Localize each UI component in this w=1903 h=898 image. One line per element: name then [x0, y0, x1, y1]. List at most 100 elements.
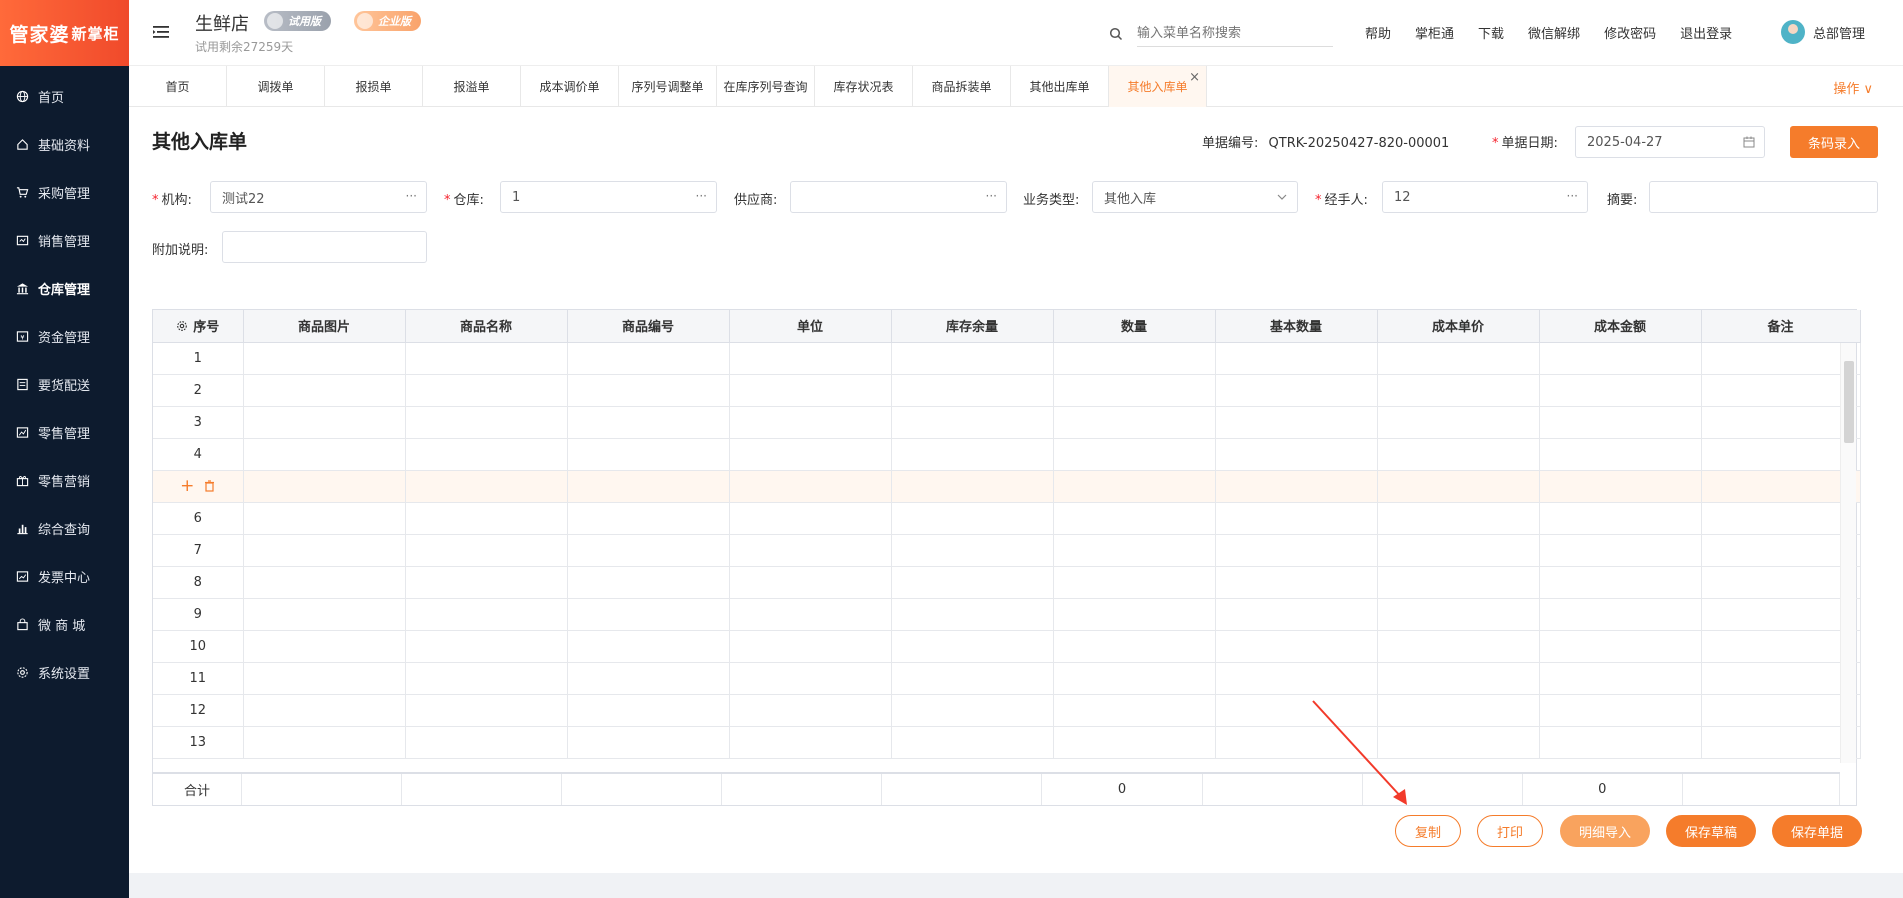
tab[interactable]: 首页	[129, 66, 227, 107]
table-cell[interactable]	[1539, 566, 1702, 599]
table-cell[interactable]	[1377, 534, 1540, 567]
table-cell[interactable]	[1215, 342, 1378, 375]
tab[interactable]: 商品拆装单	[913, 66, 1011, 107]
sidebar-item[interactable]: 销售管理	[0, 216, 129, 264]
table-cell[interactable]	[1053, 502, 1216, 535]
table-cell[interactable]	[729, 598, 892, 631]
more-icon[interactable]: ···	[1567, 189, 1578, 203]
table-cell[interactable]	[567, 694, 730, 727]
tab[interactable]: 报损单	[325, 66, 423, 107]
table-cell[interactable]	[1539, 694, 1702, 727]
table-row[interactable]: 3	[153, 406, 1861, 439]
table-cell[interactable]	[891, 694, 1054, 727]
more-icon[interactable]: ···	[406, 189, 417, 203]
org-field[interactable]: 测试22 ···	[210, 181, 427, 213]
print-button[interactable]: 打印	[1477, 815, 1543, 847]
table-cell[interactable]	[243, 662, 406, 695]
header-link[interactable]: 下载	[1478, 23, 1504, 42]
table-cell[interactable]	[1377, 470, 1540, 503]
table-cell[interactable]	[1053, 374, 1216, 407]
table-cell[interactable]	[1377, 342, 1540, 375]
table-cell[interactable]	[567, 438, 730, 471]
table-cell[interactable]	[405, 694, 568, 727]
table-row[interactable]: 10	[153, 630, 1861, 663]
menu-toggle-icon[interactable]	[151, 22, 171, 42]
sidebar-item[interactable]: 零售管理	[0, 408, 129, 456]
table-cell[interactable]	[1215, 502, 1378, 535]
sidebar-item[interactable]: 基础资料	[0, 120, 129, 168]
biz-type-select[interactable]: 其他入库	[1092, 181, 1298, 213]
table-cell[interactable]	[405, 662, 568, 695]
table-row[interactable]: 6	[153, 502, 1861, 535]
search-input[interactable]	[1137, 21, 1333, 47]
table-cell[interactable]	[567, 598, 730, 631]
table-cell[interactable]	[243, 630, 406, 663]
sidebar-item[interactable]: 微 商 城	[0, 600, 129, 648]
table-cell[interactable]	[405, 566, 568, 599]
table-cell[interactable]	[1539, 406, 1702, 439]
table-cell[interactable]	[891, 630, 1054, 663]
table-row[interactable]: 8	[153, 566, 1861, 599]
close-tab-icon[interactable]: ×	[1189, 70, 1200, 85]
table-cell[interactable]	[729, 662, 892, 695]
table-cell[interactable]	[405, 470, 568, 503]
table-cell[interactable]	[729, 438, 892, 471]
table-row[interactable]: +	[153, 470, 1861, 503]
table-cell[interactable]	[1215, 470, 1378, 503]
table-cell[interactable]	[1377, 438, 1540, 471]
table-cell[interactable]	[1701, 598, 1861, 631]
table-cell[interactable]	[1701, 406, 1861, 439]
sidebar-item[interactable]: 综合查询	[0, 504, 129, 552]
tab[interactable]: 其他入库单 ×	[1109, 66, 1207, 107]
table-cell[interactable]	[243, 406, 406, 439]
table-cell[interactable]	[729, 470, 892, 503]
table-cell[interactable]	[567, 406, 730, 439]
table-cell[interactable]	[1539, 534, 1702, 567]
table-cell[interactable]	[567, 662, 730, 695]
table-cell[interactable]	[1539, 438, 1702, 471]
table-cell[interactable]	[891, 566, 1054, 599]
table-cell[interactable]	[405, 598, 568, 631]
tab[interactable]: 在库序列号查询	[717, 66, 815, 107]
table-cell[interactable]	[567, 534, 730, 567]
table-cell[interactable]	[405, 406, 568, 439]
table-cell[interactable]	[243, 694, 406, 727]
table-cell[interactable]	[891, 470, 1054, 503]
table-cell[interactable]	[729, 566, 892, 599]
sidebar-item[interactable]: 采购管理	[0, 168, 129, 216]
copy-button[interactable]: 复制	[1395, 815, 1461, 847]
header-link[interactable]: 帮助	[1365, 23, 1391, 42]
table-cell[interactable]	[243, 374, 406, 407]
table-cell[interactable]	[1053, 342, 1216, 375]
table-cell[interactable]	[1701, 438, 1861, 471]
date-field[interactable]: 2025-04-27	[1575, 126, 1765, 158]
table-cell[interactable]	[729, 342, 892, 375]
add-row-icon[interactable]: +	[180, 476, 194, 496]
table-cell[interactable]	[1701, 694, 1861, 727]
table-cell[interactable]	[1701, 534, 1861, 567]
sidebar-item[interactable]: 发票中心	[0, 552, 129, 600]
table-row[interactable]: 4	[153, 438, 1861, 471]
table-cell[interactable]	[1701, 502, 1861, 535]
table-cell[interactable]	[1215, 566, 1378, 599]
table-cell[interactable]	[405, 438, 568, 471]
table-cell[interactable]	[1377, 662, 1540, 695]
table-cell[interactable]	[405, 374, 568, 407]
table-cell[interactable]	[405, 534, 568, 567]
table-cell[interactable]	[567, 502, 730, 535]
table-cell[interactable]	[243, 598, 406, 631]
supplier-field[interactable]: ···	[790, 181, 1007, 213]
table-cell[interactable]	[891, 534, 1054, 567]
table-cell[interactable]	[1539, 630, 1702, 663]
table-cell[interactable]	[1701, 470, 1861, 503]
header-link[interactable]: 退出登录	[1680, 23, 1732, 42]
table-cell[interactable]	[1215, 438, 1378, 471]
table-cell[interactable]	[1539, 662, 1702, 695]
table-cell[interactable]	[243, 534, 406, 567]
header-link[interactable]: 修改密码	[1604, 23, 1656, 42]
table-cell[interactable]	[1377, 566, 1540, 599]
table-cell[interactable]	[1701, 374, 1861, 407]
table-cell[interactable]	[567, 630, 730, 663]
table-cell[interactable]	[891, 406, 1054, 439]
header-link[interactable]: 微信解绑	[1528, 23, 1580, 42]
